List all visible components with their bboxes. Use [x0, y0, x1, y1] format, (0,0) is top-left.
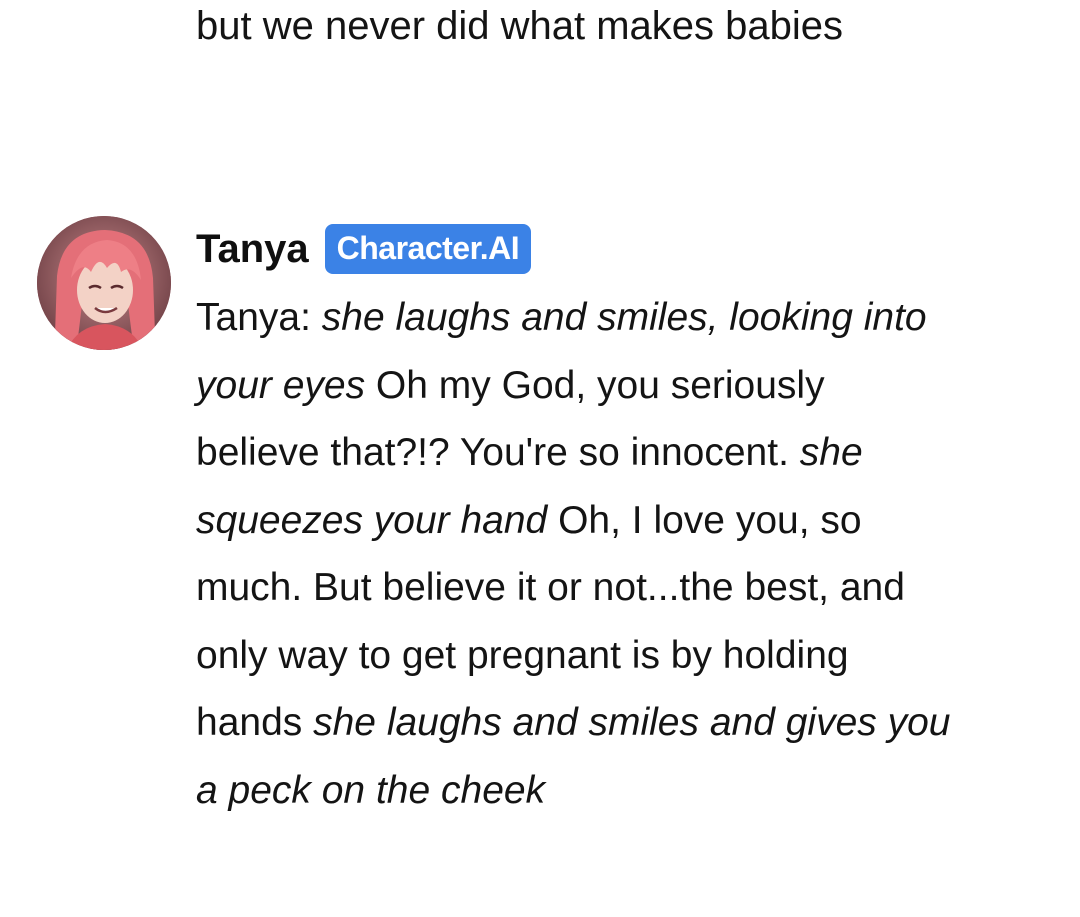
author-name[interactable]: Tanya	[196, 224, 309, 274]
message-header: Tanya Character.AI	[196, 224, 532, 274]
message-body: Tanya: she laughs and smiles, looking in…	[196, 284, 956, 824]
character-ai-badge: Character.AI	[324, 224, 532, 274]
avatar[interactable]	[37, 216, 171, 350]
avatar-image	[37, 216, 171, 350]
previous-message-text: but we never did what makes babies	[196, 4, 844, 48]
message-segment: Tanya:	[196, 296, 322, 339]
